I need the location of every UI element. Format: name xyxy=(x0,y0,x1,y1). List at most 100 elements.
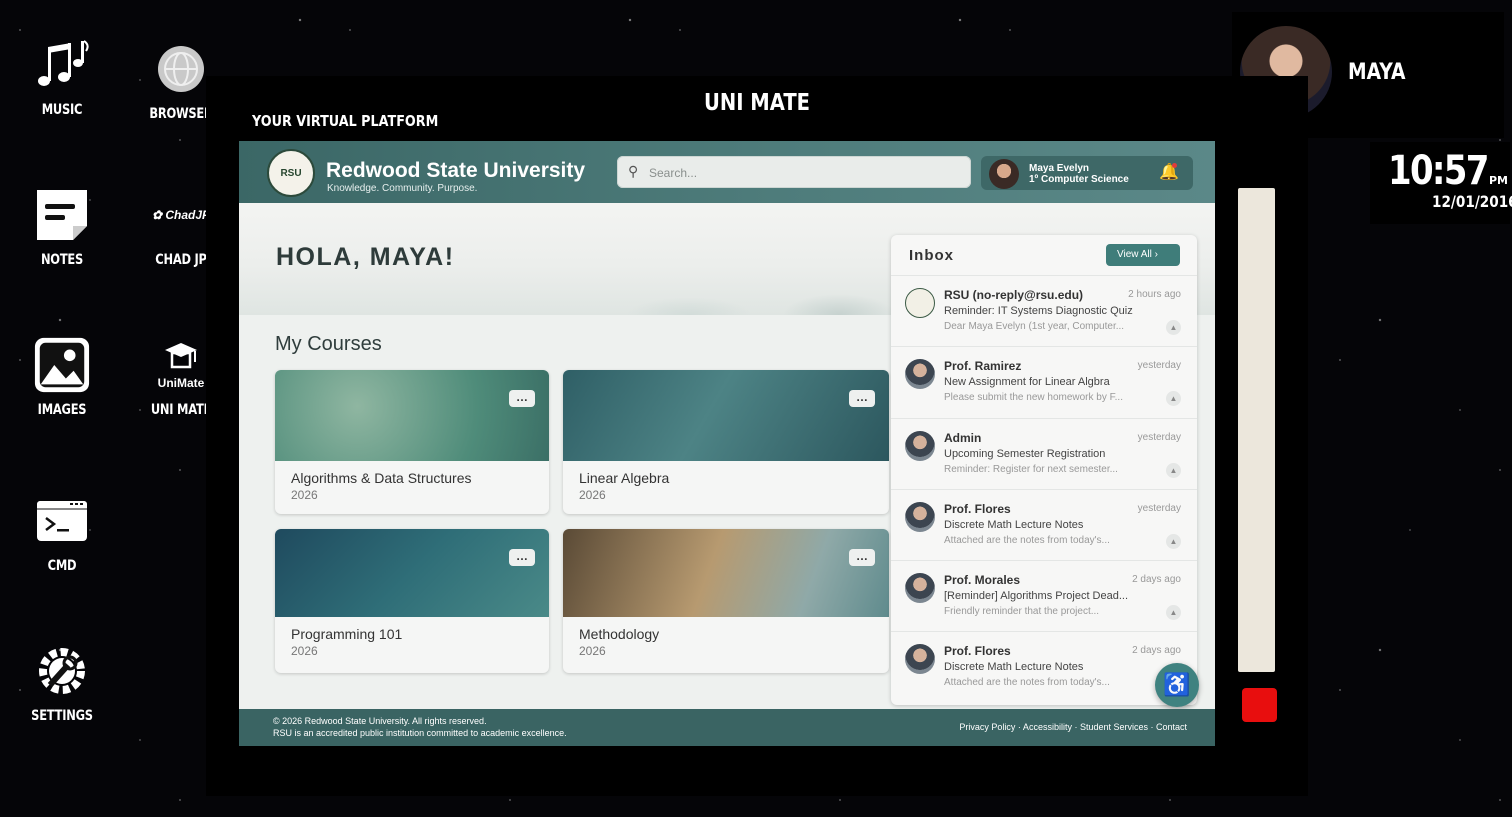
window-scrollbar[interactable] xyxy=(1238,188,1275,672)
expand-caret-icon[interactable]: ▲ xyxy=(1166,320,1181,335)
course-year: 2026 xyxy=(291,644,318,658)
inbox-message[interactable]: Prof. Flores 2 days ago Discrete Math Le… xyxy=(891,631,1197,703)
sender-avatar xyxy=(905,288,935,318)
accessibility-icon[interactable]: ♿ xyxy=(1155,663,1199,707)
settings-gear-icon xyxy=(33,642,91,700)
course-card[interactable]: … Linear Algebra 2026 xyxy=(563,370,889,514)
inbox-title: Inbox xyxy=(909,247,954,264)
desktop-icon-settings[interactable]: SETTINGS xyxy=(7,642,117,724)
message-sender: Prof. Ramirez xyxy=(944,359,1022,373)
message-time: yesterday xyxy=(1137,432,1181,443)
inbox-message[interactable]: Prof. Morales 2 days ago [Reminder] Algo… xyxy=(891,560,1197,632)
search-bar[interactable]: ⚲ xyxy=(617,156,971,188)
course-image xyxy=(563,529,889,617)
course-card[interactable]: … Algorithms & Data Structures 2026 xyxy=(275,370,549,514)
footer-copyright: © 2026 Redwood State University. All rig… xyxy=(273,716,487,726)
message-sender: Prof. Flores xyxy=(944,502,1011,516)
message-time: 2 hours ago xyxy=(1128,289,1181,300)
message-time: 2 days ago xyxy=(1132,645,1181,656)
course-card[interactable]: … Methodology 2026 xyxy=(563,529,889,673)
sender-avatar xyxy=(905,359,935,389)
more-options-button[interactable]: … xyxy=(849,390,875,407)
university-portal: RSU Redwood State University Knowledge. … xyxy=(239,141,1215,746)
message-subject: Discrete Math Lecture Notes xyxy=(944,661,1084,673)
more-options-button[interactable]: … xyxy=(509,390,535,407)
desktop-icon-notes[interactable]: NOTES xyxy=(7,186,117,268)
clock-time: 10:57 xyxy=(1388,148,1489,194)
view-all-button[interactable]: View All › xyxy=(1106,244,1180,266)
desktop-icon-music[interactable]: MUSIC xyxy=(7,36,117,118)
unimate-logo-icon: UniMate xyxy=(152,336,210,394)
message-preview: Reminder: Register for next semester... xyxy=(944,464,1118,475)
more-options-button[interactable]: … xyxy=(849,549,875,566)
user-program: 1º Computer Science xyxy=(1029,174,1129,185)
course-title: Linear Algebra xyxy=(579,470,670,486)
view-all-label: View All xyxy=(1117,249,1152,260)
greeting: HOLA, MAYA! xyxy=(276,243,455,271)
message-preview: Friendly reminder that the project... xyxy=(944,606,1100,617)
close-button[interactable] xyxy=(1242,688,1277,722)
desktop-icon-label: IMAGES xyxy=(37,402,87,418)
profile-name: MAYA xyxy=(1348,60,1406,85)
inbox-message[interactable]: RSU (no-reply@rsu.edu) 2 hours ago Remin… xyxy=(891,275,1197,347)
message-time: yesterday xyxy=(1137,503,1181,514)
message-subject: Reminder: IT Systems Diagnostic Quiz xyxy=(944,305,1133,317)
message-subject: [Reminder] Algorithms Project Dead... xyxy=(944,590,1129,602)
course-image xyxy=(563,370,889,461)
desktop-icon-cmd[interactable]: CMD xyxy=(7,492,117,574)
music-notes-icon xyxy=(33,36,91,94)
clock-ampm: PM xyxy=(1489,174,1509,187)
course-title: Algorithms & Data Structures xyxy=(291,470,472,486)
clock-date: 12/01/2016 xyxy=(1432,192,1512,211)
message-subject: New Assignment for Linear Algbra xyxy=(944,376,1110,388)
inbox-message[interactable]: Admin yesterday Upcoming Semester Regist… xyxy=(891,418,1197,490)
user-chip[interactable]: Maya Evelyn 1º Computer Science 🔔 xyxy=(981,156,1193,190)
sender-avatar xyxy=(905,502,935,532)
terminal-icon xyxy=(33,492,91,550)
clock-widget: 10:57 PM 12/01/2016 xyxy=(1370,142,1512,224)
notification-dot xyxy=(1172,163,1177,168)
unimate-window: UNI MATE YOUR VIRTUAL PLATFORM RSU Redwo… xyxy=(206,76,1308,796)
search-icon: ⚲ xyxy=(628,163,639,179)
notes-icon xyxy=(33,186,91,244)
sender-avatar xyxy=(905,431,935,461)
footer-accreditation: RSU is an accredited public institution … xyxy=(273,728,567,738)
sender-avatar xyxy=(905,644,935,674)
message-subject: Upcoming Semester Registration xyxy=(944,448,1106,460)
desktop-icon-label: MUSIC xyxy=(41,102,83,118)
expand-caret-icon[interactable]: ▲ xyxy=(1166,534,1181,549)
desktop-icon-images[interactable]: IMAGES xyxy=(7,336,117,418)
desktop-icon-label: NOTES xyxy=(40,252,84,268)
expand-caret-icon[interactable]: ▲ xyxy=(1166,605,1181,620)
university-name: Redwood State University xyxy=(326,159,586,182)
course-image xyxy=(275,529,549,617)
course-year: 2026 xyxy=(291,488,318,502)
message-sender: Prof. Flores xyxy=(944,644,1011,658)
message-preview: Please submit the new homework by F... xyxy=(944,392,1123,403)
course-card[interactable]: … Programming 101 2026 xyxy=(275,529,549,673)
inbox-message[interactable]: Prof. Flores yesterday Discrete Math Lec… xyxy=(891,489,1197,561)
message-preview: Attached are the notes from today's... xyxy=(944,677,1110,688)
search-input[interactable] xyxy=(647,162,951,184)
window-subtitle: YOUR VIRTUAL PLATFORM xyxy=(252,112,439,130)
message-sender: RSU (no-reply@rsu.edu) xyxy=(944,288,1084,302)
user-avatar xyxy=(989,159,1019,189)
expand-caret-icon[interactable]: ▲ xyxy=(1166,391,1181,406)
course-image xyxy=(275,370,549,461)
message-preview: Dear Maya Evelyn (1st year, Computer... xyxy=(944,321,1125,332)
portal-footer: © 2026 Redwood State University. All rig… xyxy=(239,709,1215,746)
portal-header: RSU Redwood State University Knowledge. … xyxy=(239,141,1215,203)
desktop-icon-label: CMD xyxy=(47,558,77,574)
expand-caret-icon[interactable]: ▲ xyxy=(1166,463,1181,478)
inbox-panel: Inbox View All › RSU (no-reply@rsu.edu) … xyxy=(891,235,1197,705)
course-title: Programming 101 xyxy=(291,626,403,642)
university-seal-icon: RSU xyxy=(267,149,315,197)
course-title: Methodology xyxy=(579,626,660,642)
footer-links[interactable]: Privacy Policy · Accessibility · Student… xyxy=(959,722,1187,732)
message-subject: Discrete Math Lecture Notes xyxy=(944,519,1084,531)
message-preview: Attached are the notes from today's... xyxy=(944,535,1110,546)
seal-text: RSU xyxy=(280,167,302,179)
message-sender: Admin xyxy=(944,431,982,445)
inbox-message[interactable]: Prof. Ramirez yesterday New Assignment f… xyxy=(891,346,1197,418)
more-options-button[interactable]: … xyxy=(509,549,535,566)
